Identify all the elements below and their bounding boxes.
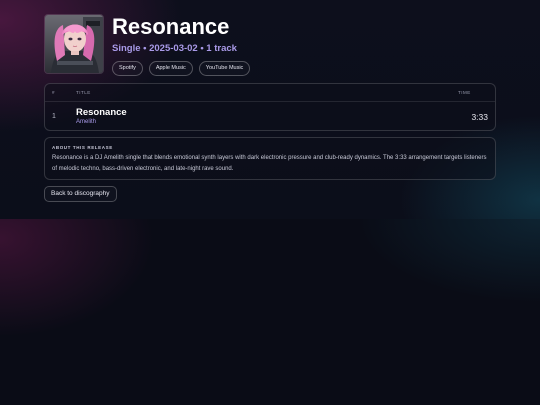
release-title: Resonance <box>112 14 230 39</box>
album-cover <box>44 14 104 74</box>
release-meta: Single • 2025-03-02 • 1 track <box>112 43 237 54</box>
track-number: 1 <box>52 113 56 120</box>
tracklist-header: # TITLE TIME <box>45 84 495 102</box>
track-title-cell: Resonance Amelith <box>76 107 471 126</box>
column-header-title: TITLE <box>76 90 91 95</box>
tracklist-table: # TITLE TIME 1 Resonance Amelith 3:33 <box>44 83 496 131</box>
streaming-links: Spotify Apple Music YouTube Music <box>112 61 251 76</box>
track-duration: 3:33 <box>471 111 488 122</box>
page-background <box>0 219 540 405</box>
about-text: Resonance is a DJ Amelith single that bl… <box>52 155 487 172</box>
apple-music-link[interactable]: Apple Music <box>148 61 193 76</box>
release-page: Resonance Single • 2025-03-02 • 1 track … <box>44 14 496 202</box>
column-header-number: # <box>52 90 56 95</box>
column-header-time: TIME <box>458 90 471 95</box>
release-header: Resonance Single • 2025-03-02 • 1 track … <box>44 14 496 76</box>
track-artist: Amelith <box>76 119 97 125</box>
album-cover-art <box>45 15 103 73</box>
back-to-discography-button[interactable]: Back to discography <box>44 186 117 202</box>
youtube-music-link[interactable]: YouTube Music <box>198 61 251 76</box>
spotify-link[interactable]: Spotify <box>112 61 143 76</box>
about-heading: ABOUT THIS RELEASE <box>52 145 113 150</box>
release-info: Resonance Single • 2025-03-02 • 1 track … <box>112 14 251 76</box>
track-title: Resonance <box>76 107 127 118</box>
about-section: ABOUT THIS RELEASE Resonance is a DJ Ame… <box>44 137 496 180</box>
table-row[interactable]: 1 Resonance Amelith 3:33 <box>45 102 495 131</box>
